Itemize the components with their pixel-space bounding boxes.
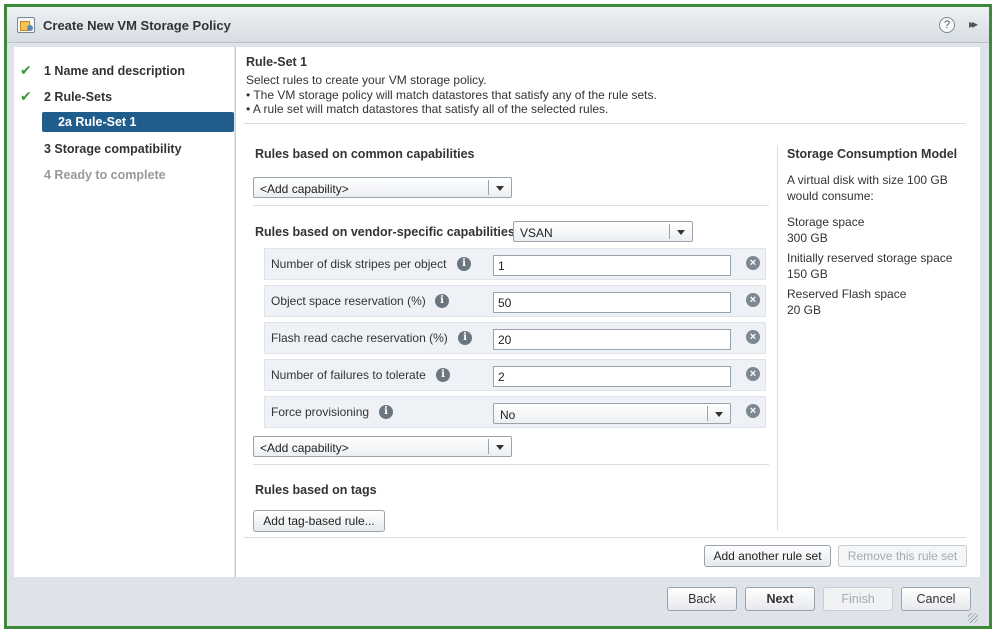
step-ready-to-complete: 4 Ready to complete [14, 165, 234, 185]
step-rule-sets[interactable]: ✔ 2 Rule-Sets [14, 87, 234, 107]
rule-set-panel: Rule-Set 1 Select rules to create your V… [235, 47, 980, 577]
rule-label: Number of failures to tolerate [271, 368, 426, 382]
description-line: • A rule set will match datastores that … [246, 102, 609, 116]
dropdown-separator [707, 406, 708, 421]
info-icon[interactable]: i [436, 368, 450, 382]
rule-row-failures-to-tolerate: Number of failures to tolerate i [264, 359, 766, 391]
divider [244, 123, 966, 124]
add-tag-based-rule-button[interactable]: Add tag-based rule... [253, 510, 385, 532]
rule-row-object-space-reservation: Object space reservation (%) i [264, 285, 766, 317]
dropdown-value: VSAN [520, 226, 553, 240]
vm-storage-policy-icon [17, 17, 35, 33]
remove-rule-icon[interactable]: × [746, 404, 760, 418]
tags-title: Rules based on tags [255, 483, 377, 497]
intro-line: A virtual disk with size 100 GB [787, 173, 948, 187]
rule-label: Force provisioning [271, 405, 370, 419]
vertical-divider [777, 145, 778, 531]
remove-rule-icon[interactable]: × [746, 293, 760, 307]
description-line: Select rules to create your VM storage p… [246, 73, 487, 87]
dropdown-separator [669, 224, 670, 239]
rule-row-flash-read-cache: Flash read cache reservation (%) i [264, 322, 766, 354]
step-rule-set-1[interactable]: 2a Rule-Set 1 [42, 112, 234, 132]
chevron-down-icon [715, 412, 723, 417]
title-bar: Create New VM Storage Policy ? ▸▸ [7, 7, 989, 43]
dropdown-value: <Add capability> [260, 441, 349, 455]
expand-icon[interactable]: ▸▸ [969, 17, 978, 31]
step-label: 4 Ready to complete [44, 168, 166, 182]
flash-read-cache-input[interactable] [493, 329, 731, 350]
rule-label: Number of disk stripes per object [271, 257, 447, 271]
dropdown-separator [488, 180, 489, 195]
rule-row-force-provisioning: Force provisioning i No [264, 396, 766, 428]
divider [244, 537, 966, 538]
failures-to-tolerate-input[interactable] [493, 366, 731, 387]
next-button[interactable]: Next [745, 587, 815, 611]
help-icon[interactable]: ? [939, 17, 955, 33]
vendor-provider-dropdown[interactable]: VSAN [513, 221, 693, 242]
dropdown-value: <Add capability> [260, 182, 349, 196]
vendor-capabilities-title: Rules based on vendor-specific capabilit… [255, 225, 515, 239]
resize-grip-icon[interactable] [968, 613, 978, 623]
remove-rule-icon[interactable]: × [746, 367, 760, 381]
info-icon[interactable]: i [457, 257, 471, 271]
flash-space-value: 20 GB [787, 303, 822, 317]
wizard-footer: Back Next Finish Cancel [14, 577, 980, 625]
rule-set-description: Select rules to create your VM storage p… [246, 73, 657, 117]
step-label: 2a Rule-Set 1 [58, 115, 137, 129]
info-icon[interactable]: i [435, 294, 449, 308]
reserved-flash-space: Reserved Flash space 20 GB [787, 286, 906, 318]
step-label: 1 Name and description [44, 64, 186, 78]
wizard-steps: ✔ 1 Name and description ✔ 2 Rule-Sets 2… [14, 47, 234, 577]
storage-space: Storage space 300 GB [787, 214, 864, 246]
add-another-rule-set-button[interactable]: Add another rule set [704, 545, 831, 567]
info-icon[interactable]: i [458, 331, 472, 345]
chevron-down-icon [496, 186, 504, 191]
step-label: 3 Storage compatibility [44, 142, 182, 156]
storage-space-label: Storage space [787, 215, 865, 229]
intro-line: would consume: [787, 189, 874, 203]
consumption-model-title: Storage Consumption Model [787, 147, 958, 161]
description-line: • The VM storage policy will match datas… [246, 87, 657, 102]
chevron-down-icon [496, 445, 504, 450]
chevron-down-icon [677, 230, 685, 235]
reserved-space-label: Initially reserved storage space [787, 251, 953, 265]
reserved-space-value: 150 GB [787, 267, 828, 281]
cancel-button[interactable]: Cancel [901, 587, 971, 611]
divider [253, 205, 769, 206]
step-storage-compatibility[interactable]: 3 Storage compatibility [14, 139, 234, 159]
remove-rule-set-button: Remove this rule set [838, 545, 967, 567]
remove-rule-icon[interactable]: × [746, 330, 760, 344]
dialog-title: Create New VM Storage Policy [43, 18, 231, 33]
step-name-description[interactable]: ✔ 1 Name and description [14, 61, 234, 81]
finish-button: Finish [823, 587, 893, 611]
rule-set-title: Rule-Set 1 [246, 55, 308, 69]
object-space-reservation-input[interactable] [493, 292, 731, 313]
reserved-storage-space: Initially reserved storage space 150 GB [787, 250, 952, 282]
rule-label: Flash read cache reservation (%) [271, 331, 448, 345]
rule-row-disk-stripes: Number of disk stripes per object i [264, 248, 766, 280]
dialog-window: Create New VM Storage Policy ? ▸▸ ✔ 1 Na… [4, 4, 992, 629]
flash-space-label: Reserved Flash space [787, 287, 907, 301]
common-add-capability-dropdown[interactable]: <Add capability> [253, 177, 512, 198]
check-icon: ✔ [20, 62, 32, 78]
rule-label: Object space reservation (%) [271, 294, 426, 308]
dropdown-separator [488, 439, 489, 454]
remove-rule-icon[interactable]: × [746, 256, 760, 270]
storage-space-value: 300 GB [787, 231, 828, 245]
dropdown-value: No [500, 408, 516, 422]
consumption-intro: A virtual disk with size 100 GB would co… [787, 172, 948, 204]
vendor-add-capability-dropdown[interactable]: <Add capability> [253, 436, 512, 457]
divider [253, 464, 769, 465]
info-icon[interactable]: i [379, 405, 393, 419]
common-capabilities-title: Rules based on common capabilities [255, 147, 475, 161]
check-icon: ✔ [20, 88, 32, 104]
back-button[interactable]: Back [667, 587, 737, 611]
force-provisioning-dropdown[interactable]: No [493, 403, 731, 424]
step-label: 2 Rule-Sets [44, 90, 113, 104]
disk-stripes-input[interactable] [493, 255, 731, 276]
